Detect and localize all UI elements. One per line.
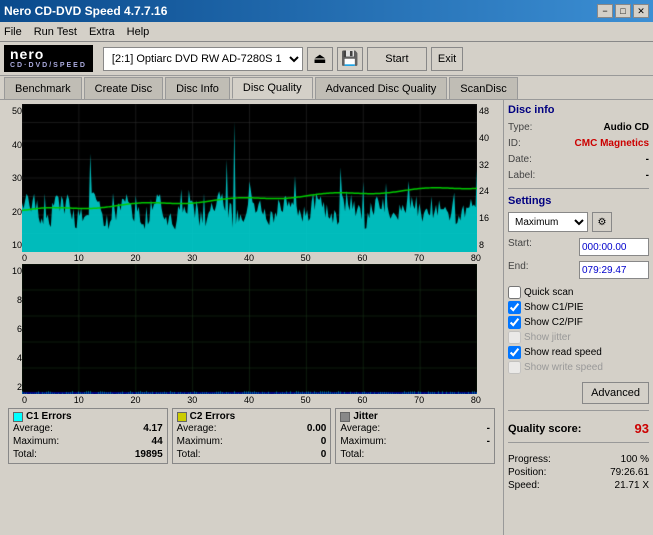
position-row: Position: 79:26.61 xyxy=(508,466,649,479)
start-time-row: Start: xyxy=(508,237,649,257)
checkboxes-container: Quick scan Show C1/PIE Show C2/PIF Show … xyxy=(508,286,649,374)
divider-1 xyxy=(508,188,649,189)
main-content: 50 40 30 20 10 48 40 32 24 16 8 0 10 20 xyxy=(0,100,653,535)
title-text: Nero CD-DVD Speed 4.7.7.16 xyxy=(4,4,167,18)
eject-icon-button[interactable]: ⏏ xyxy=(307,47,333,71)
quality-score-row: Quality score: 93 xyxy=(508,421,649,436)
bottom-chart-container xyxy=(22,264,479,394)
menu-run-test[interactable]: Run Test xyxy=(34,26,77,38)
disc-type-row: Type: Audio CD xyxy=(508,121,649,134)
start-time-input[interactable] xyxy=(579,238,649,256)
top-chart-container xyxy=(22,104,479,252)
bottom-chart-y-axis-right xyxy=(479,264,499,394)
show-c1-checkbox[interactable] xyxy=(508,301,521,314)
tab-disc-info[interactable]: Disc Info xyxy=(165,77,230,99)
minimize-button[interactable]: − xyxy=(597,4,613,18)
speed-row: Speed: 21.71 X xyxy=(508,479,649,492)
disc-info-title: Disc info xyxy=(508,104,649,116)
progress-row: Progress: 100 % xyxy=(508,453,649,466)
bottom-chart-wrapper: 10 8 6 4 2 xyxy=(4,264,499,394)
end-time-input[interactable] xyxy=(579,261,649,279)
show-write-speed-checkbox-row: Show write speed xyxy=(508,361,649,374)
c1-color-indicator xyxy=(13,412,23,422)
tab-advanced-disc-quality[interactable]: Advanced Disc Quality xyxy=(315,77,448,99)
jitter-box: Jitter Average: - Maximum: - Total: xyxy=(335,408,495,464)
c2-maximum-row: Maximum: 0 xyxy=(177,435,327,448)
top-chart-y-axis-left: 50 40 30 20 10 xyxy=(4,104,22,252)
disc-date-row: Date: - xyxy=(508,153,649,166)
tab-disc-quality[interactable]: Disc Quality xyxy=(232,77,313,99)
quick-scan-checkbox[interactable] xyxy=(508,286,521,299)
bottom-chart-y-axis-left: 10 8 6 4 2 xyxy=(4,264,22,394)
top-chart-x-axis: 0 10 20 30 40 50 60 70 80 xyxy=(4,252,499,264)
menu-bar: File Run Test Extra Help xyxy=(0,22,653,42)
disc-label-row: Label: - xyxy=(508,169,649,182)
menu-help[interactable]: Help xyxy=(127,26,150,38)
c2-total-row: Total: 0 xyxy=(177,448,327,461)
show-jitter-checkbox-row: Show jitter xyxy=(508,331,649,344)
tabs: Benchmark Create Disc Disc Info Disc Qua… xyxy=(0,76,653,100)
settings-icon-button[interactable]: ⚙ xyxy=(592,212,612,232)
jitter-color-indicator xyxy=(340,412,350,422)
top-chart-y-axis-right: 48 40 32 24 16 8 xyxy=(479,104,499,252)
show-write-speed-checkbox xyxy=(508,361,521,374)
show-c2-checkbox[interactable] xyxy=(508,316,521,329)
divider-3 xyxy=(508,442,649,443)
show-jitter-checkbox xyxy=(508,331,521,344)
advanced-button[interactable]: Advanced xyxy=(582,382,649,404)
exit-button[interactable]: Exit xyxy=(431,47,463,71)
chart-area: 50 40 30 20 10 48 40 32 24 16 8 0 10 20 xyxy=(0,100,503,535)
show-c1-checkbox-row[interactable]: Show C1/PIE xyxy=(508,301,649,314)
c2-title: C2 Errors xyxy=(177,411,327,422)
settings-dropdown[interactable]: Maximum xyxy=(508,212,588,232)
jitter-maximum-row: Maximum: - xyxy=(340,435,490,448)
maximize-button[interactable]: □ xyxy=(615,4,631,18)
divider-2 xyxy=(508,410,649,411)
menu-file[interactable]: File xyxy=(4,26,22,38)
settings-select-row: Maximum ⚙ xyxy=(508,212,649,232)
cd-dvd-speed-text: CD·DVD/SPEED xyxy=(10,62,87,70)
c2-color-indicator xyxy=(177,412,187,422)
quick-scan-checkbox-row[interactable]: Quick scan xyxy=(508,286,649,299)
close-button[interactable]: ✕ xyxy=(633,4,649,18)
tab-scan-disc[interactable]: ScanDisc xyxy=(449,77,517,99)
show-c2-checkbox-row[interactable]: Show C2/PIF xyxy=(508,316,649,329)
drive-select[interactable]: [2:1] Optiarc DVD RW AD-7280S 1.01 xyxy=(103,47,303,71)
stats-area: C1 Errors Average: 4.17 Maximum: 44 Tota… xyxy=(4,406,499,466)
c1-total-row: Total: 19895 xyxy=(13,448,163,461)
menu-extra[interactable]: Extra xyxy=(89,26,115,38)
c2-errors-box: C2 Errors Average: 0.00 Maximum: 0 Total… xyxy=(172,408,332,464)
c1-title: C1 Errors xyxy=(13,411,163,422)
c1-errors-box: C1 Errors Average: 4.17 Maximum: 44 Tota… xyxy=(8,408,168,464)
disc-id-row: ID: CMC Magnetics xyxy=(508,137,649,150)
top-chart-wrapper: 50 40 30 20 10 48 40 32 24 16 8 xyxy=(4,104,499,252)
c2-average-row: Average: 0.00 xyxy=(177,422,327,435)
jitter-title: Jitter xyxy=(340,411,490,422)
top-chart-canvas xyxy=(22,104,477,252)
save-icon-button[interactable]: 💾 xyxy=(337,47,363,71)
right-panel: Disc info Type: Audio CD ID: CMC Magneti… xyxy=(503,100,653,535)
bottom-chart-x-axis: 0 10 20 30 40 50 60 70 80 xyxy=(4,394,499,406)
title-bar: Nero CD-DVD Speed 4.7.7.16 − □ ✕ xyxy=(0,0,653,22)
start-button[interactable]: Start xyxy=(367,47,427,71)
bottom-chart-canvas xyxy=(22,264,477,394)
jitter-total-row: Total: xyxy=(340,448,490,461)
tab-create-disc[interactable]: Create Disc xyxy=(84,77,163,99)
title-bar-buttons: − □ ✕ xyxy=(597,4,649,18)
settings-title: Settings xyxy=(508,195,649,207)
show-read-speed-checkbox-row[interactable]: Show read speed xyxy=(508,346,649,359)
nero-logo: nero CD·DVD/SPEED xyxy=(4,45,93,72)
show-read-speed-checkbox[interactable] xyxy=(508,346,521,359)
end-time-row: End: xyxy=(508,260,649,280)
jitter-average-row: Average: - xyxy=(340,422,490,435)
tab-benchmark[interactable]: Benchmark xyxy=(4,77,82,99)
c1-average-row: Average: 4.17 xyxy=(13,422,163,435)
nero-brand-text: nero xyxy=(10,47,44,62)
toolbar: nero CD·DVD/SPEED [2:1] Optiarc DVD RW A… xyxy=(0,42,653,76)
c1-maximum-row: Maximum: 44 xyxy=(13,435,163,448)
progress-section: Progress: 100 % Position: 79:26.61 Speed… xyxy=(508,453,649,492)
advanced-btn-container: Advanced xyxy=(508,380,649,404)
